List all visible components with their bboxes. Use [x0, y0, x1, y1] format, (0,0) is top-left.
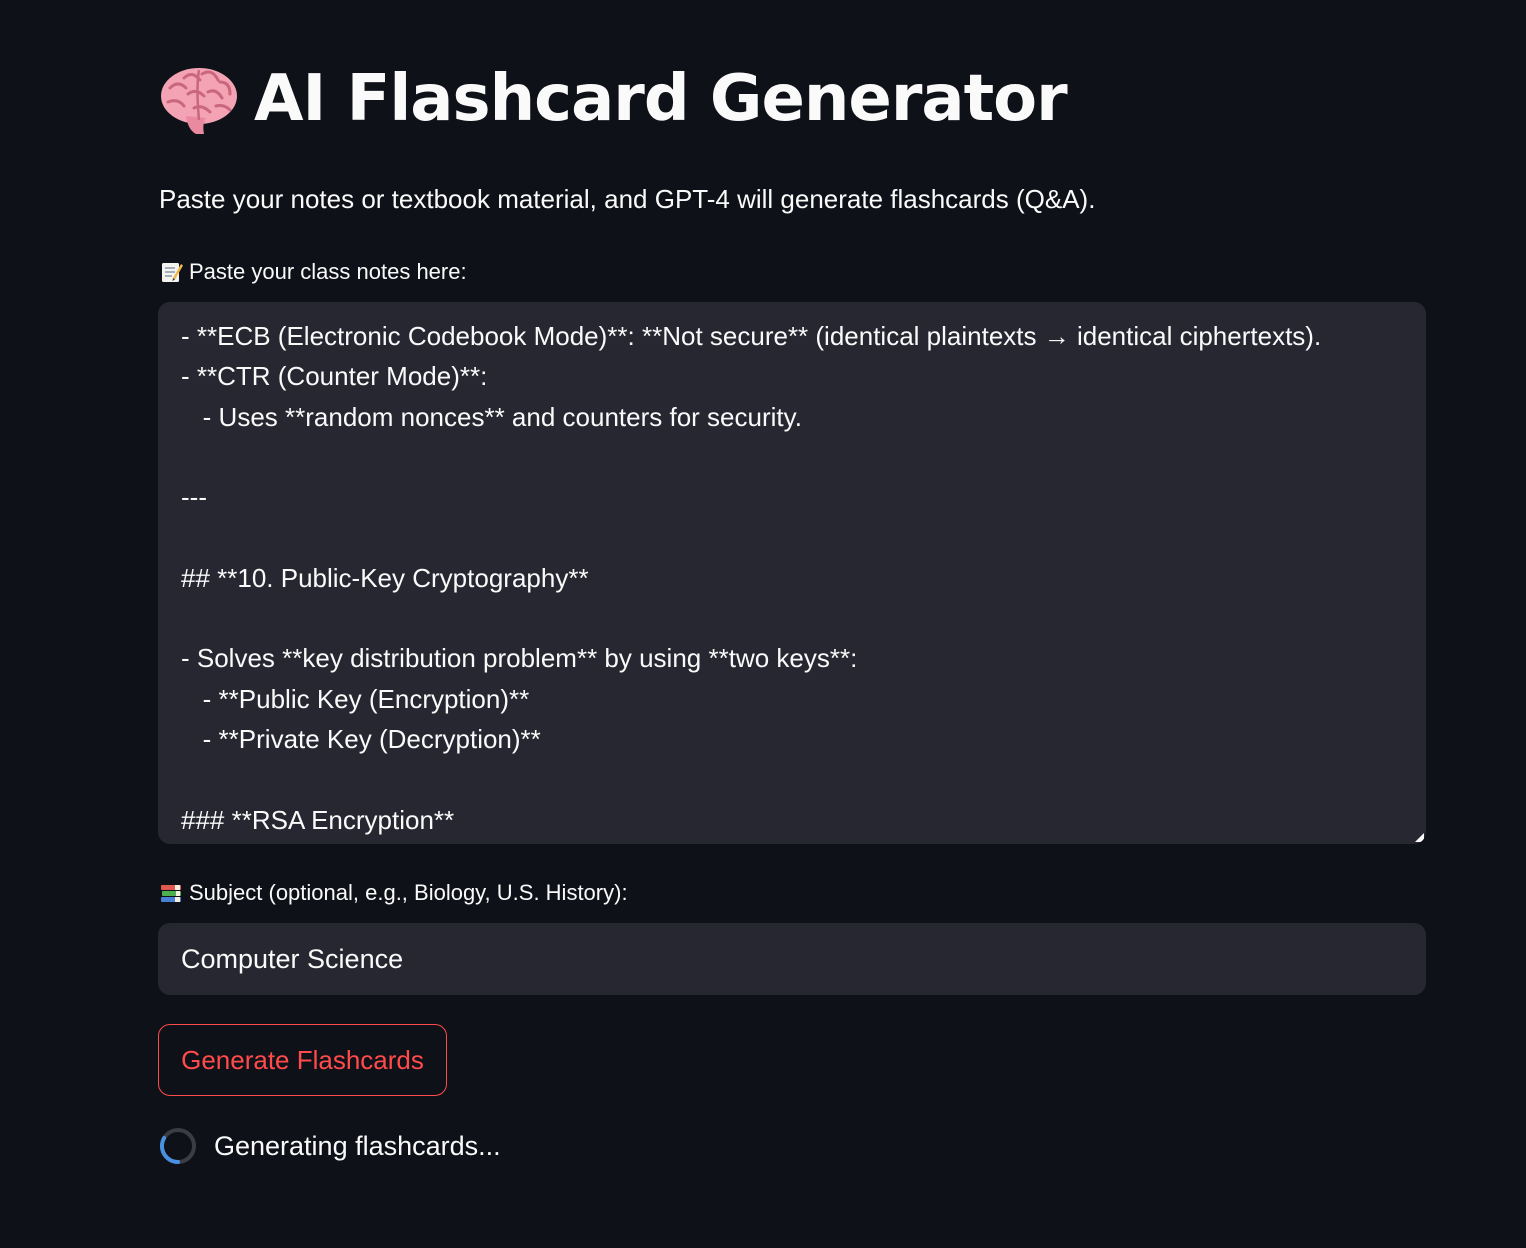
subject-label-text: Subject (optional, e.g., Biology, U.S. H…: [189, 880, 628, 905]
books-icon: [159, 881, 183, 905]
memo-icon: [159, 260, 183, 284]
spinner-icon: [158, 1126, 198, 1166]
notes-label-text: Paste your class notes here:: [189, 259, 467, 284]
subject-label: Subject (optional, e.g., Biology, U.S. H…: [159, 880, 628, 906]
spinner-text: Generating flashcards...: [214, 1130, 501, 1161]
resize-handle-icon[interactable]: [1415, 833, 1424, 842]
page-subtitle: Paste your notes or textbook material, a…: [159, 184, 1096, 214]
page-title: AI Flashcard Generator: [254, 62, 1068, 136]
notes-label: Paste your class notes here:: [159, 259, 467, 285]
page-title-row: AI Flashcard Generator: [158, 58, 1068, 140]
notes-textarea-value[interactable]: - **ECB (Electronic Codebook Mode)**: **…: [181, 316, 1403, 840]
subject-input[interactable]: Computer Science: [158, 923, 1426, 995]
loading-status: Generating flashcards...: [158, 1126, 501, 1166]
notes-textarea[interactable]: - **ECB (Electronic Codebook Mode)**: **…: [158, 302, 1426, 844]
generate-flashcards-button[interactable]: Generate Flashcards: [158, 1024, 447, 1096]
brain-icon: [158, 58, 240, 140]
